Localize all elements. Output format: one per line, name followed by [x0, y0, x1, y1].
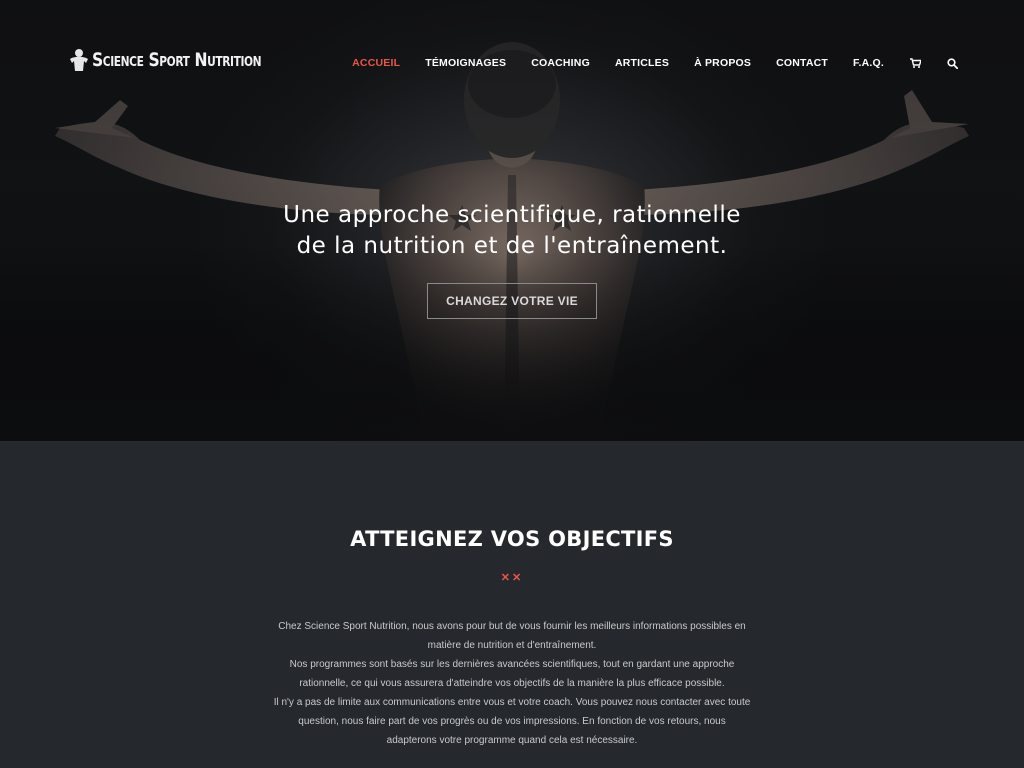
- nav-item-faq[interactable]: F.A.Q.: [853, 57, 884, 69]
- cta-button[interactable]: CHANGEZ VOTRE VIE: [427, 283, 597, 319]
- nav-item-articles[interactable]: ARTICLES: [615, 57, 669, 69]
- athlete-silhouette-icon: [70, 49, 88, 71]
- hero-headline-line-1: Une approche scientifique, rationnelle: [283, 202, 741, 228]
- main-nav: ACCUEIL TÉMOIGNAGES COACHING ARTICLES À …: [327, 54, 958, 72]
- nav-item-a-propos[interactable]: À PROPOS: [694, 57, 751, 69]
- body-line: Chez Science Sport Nutrition, nous avons…: [278, 621, 746, 632]
- logo-text: Science Sport Nutrition: [92, 49, 262, 71]
- cart-icon[interactable]: [909, 57, 921, 69]
- nav-item-contact[interactable]: CONTACT: [776, 57, 828, 69]
- body-line: Nos programmes sont basés sur les derniè…: [289, 659, 735, 670]
- hero-headline-line-2: de la nutrition et de l'entraînement.: [296, 233, 728, 259]
- objectives-section: ATTEIGNEZ VOS OBJECTIFS ✕✕ Chez Science …: [0, 441, 1024, 768]
- site-logo[interactable]: Science Sport Nutrition: [68, 44, 298, 76]
- section-body: Chez Science Sport Nutrition, nous avons…: [262, 617, 762, 750]
- body-line: adapterons votre programme quand cela es…: [386, 735, 638, 746]
- hero-headline: Une approche scientifique, rationnelle d…: [0, 200, 1024, 262]
- nav-item-accueil[interactable]: ACCUEIL: [352, 57, 400, 69]
- section-title: ATTEIGNEZ VOS OBJECTIFS: [350, 527, 674, 551]
- nav-item-coaching[interactable]: COACHING: [531, 57, 590, 69]
- hero-banner: Science Sport Nutrition ACCUEIL TÉMOIGNA…: [0, 0, 1024, 441]
- search-icon[interactable]: [946, 57, 958, 69]
- section-divider-icon: ✕✕: [500, 572, 524, 584]
- body-line: Il n'y a pas de limite aux communication…: [273, 697, 751, 708]
- body-line: matière de nutrition et d'entraînement.: [427, 640, 597, 651]
- body-line: rationnelle, ce qui vous assurera d'atte…: [299, 678, 725, 689]
- nav-item-temoignages[interactable]: TÉMOIGNAGES: [425, 57, 506, 69]
- body-line: question, nous faire part de vos progrès…: [298, 716, 726, 727]
